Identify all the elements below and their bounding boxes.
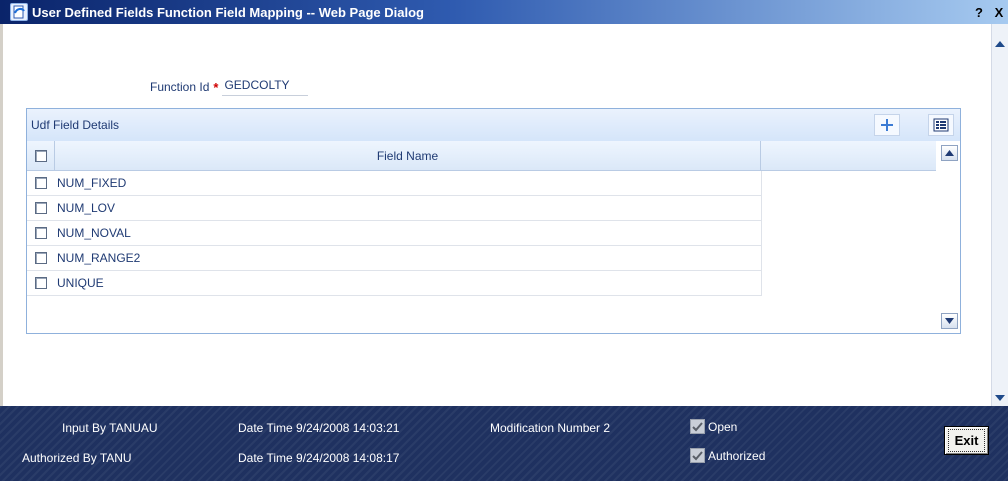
audit-footer: Input By TANUAU Authorized By TANU Date … — [0, 406, 1008, 481]
modification-number: Modification Number 2 — [490, 421, 611, 435]
field-name-cell: NUM_RANGE2 — [57, 251, 141, 265]
add-row-button[interactable] — [874, 114, 900, 136]
help-button[interactable]: ? — [970, 3, 988, 21]
udf-grid: Field Name NUM_FIXED NUM_LOV NUM_NOVAL N… — [27, 141, 937, 296]
authorized-status: Authorized — [690, 448, 765, 463]
checkmark-icon — [692, 450, 703, 460]
table-row[interactable]: NUM_RANGE2 — [27, 246, 762, 271]
window-title: User Defined Fields Function Field Mappi… — [32, 4, 424, 20]
row-checkbox[interactable] — [35, 252, 47, 264]
grid-scroll-up-icon[interactable] — [941, 145, 958, 161]
list-icon — [933, 118, 949, 132]
table-row[interactable]: UNIQUE — [27, 271, 762, 296]
udf-field-details-panel: Udf Field Details Field Name NUM_FIXED N… — [26, 108, 961, 334]
row-checkbox[interactable] — [35, 202, 47, 214]
plus-icon — [881, 119, 893, 131]
required-marker: * — [213, 79, 219, 95]
authorized-label: Authorized — [708, 448, 766, 463]
table-row[interactable]: NUM_FIXED — [27, 171, 762, 196]
function-id-row: Function Id * GEDCOLTY — [150, 78, 309, 96]
row-checkbox[interactable] — [35, 227, 47, 239]
close-button[interactable]: X — [990, 3, 1008, 21]
title-buttons: ? X — [970, 3, 1008, 21]
grid-scroll-down-icon[interactable] — [941, 313, 958, 329]
scroll-down-icon[interactable] — [994, 392, 1006, 404]
open-label: Open — [708, 419, 738, 434]
page-scrollbar[interactable] — [991, 24, 1008, 406]
field-name-cell: UNIQUE — [57, 276, 104, 290]
row-checkbox[interactable] — [35, 177, 47, 189]
field-name-cell: NUM_NOVAL — [57, 226, 131, 240]
field-name-cell: NUM_LOV — [57, 201, 116, 215]
table-row[interactable]: NUM_LOV — [27, 196, 762, 221]
open-status: Open — [690, 419, 737, 434]
input-by-text: Input By TANUAU — [62, 421, 158, 435]
select-all-checkbox[interactable] — [34, 149, 47, 162]
ie-page-icon — [10, 3, 28, 21]
auth-date-time: Date Time 9/24/2008 14:08:17 — [238, 451, 400, 465]
title-bar: User Defined Fields Function Field Mappi… — [0, 0, 1008, 24]
authorized-by-text: Authorized By TANU — [22, 451, 132, 465]
function-id-label: Function Id — [150, 80, 210, 94]
input-date-time: Date Time 9/24/2008 14:03:21 — [238, 421, 400, 435]
select-all-cell — [27, 141, 55, 170]
single-view-button[interactable] — [928, 114, 954, 136]
authorized-checkbox — [690, 448, 705, 463]
exit-label: Exit — [947, 429, 986, 452]
panel-title: Udf Field Details — [31, 118, 120, 132]
checkmark-icon — [692, 421, 703, 431]
table-row[interactable]: NUM_NOVAL — [27, 221, 762, 246]
row-checkbox[interactable] — [35, 277, 47, 289]
open-checkbox — [690, 419, 705, 434]
grid-header: Field Name — [27, 141, 937, 171]
exit-button[interactable]: Exit — [944, 426, 989, 455]
panel-header: Udf Field Details — [27, 109, 960, 141]
header-filler — [761, 141, 937, 170]
field-name-cell: NUM_FIXED — [57, 176, 127, 190]
field-name-header[interactable]: Field Name — [55, 141, 761, 170]
scroll-up-icon[interactable] — [994, 38, 1006, 50]
function-id-field[interactable]: GEDCOLTY — [222, 78, 309, 96]
grid-scrollbar[interactable] — [936, 141, 960, 333]
